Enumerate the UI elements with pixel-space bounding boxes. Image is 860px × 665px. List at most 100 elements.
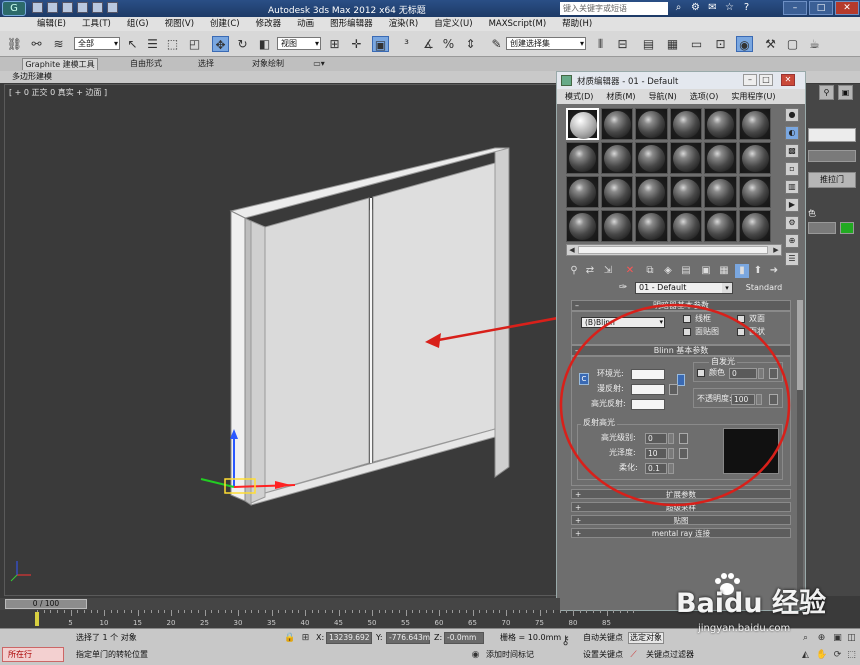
pan-view-icon[interactable]: ✋ (816, 650, 827, 661)
sliding-door-button[interactable]: 推拉门 (808, 172, 856, 188)
field-of-view-icon[interactable]: ◭ (800, 650, 811, 661)
tab-object-paint[interactable]: 对象绘制 (240, 58, 296, 70)
menu-tools[interactable]: 工具(T) (77, 17, 122, 31)
ribbon-options-icon[interactable]: ▭▾ (310, 58, 328, 70)
material-editor-icon[interactable]: ◉ (736, 36, 753, 52)
object-color-swatch[interactable] (840, 222, 854, 234)
menu-edit[interactable]: 编辑(E) (32, 17, 77, 31)
subscription-icon[interactable]: ⚙ (690, 3, 701, 14)
viewport-label[interactable]: [ + 0 正交 0 真实 + 边面 ] (9, 87, 107, 98)
x-coord-field[interactable]: 13239.692 (326, 632, 372, 644)
communication-icon[interactable]: ✉ (707, 3, 718, 14)
z-coord-field[interactable]: -0.0mm (444, 632, 484, 644)
keyboard-shortcut-icon[interactable]: ▣ (372, 36, 389, 52)
track-tick-label: 80 (568, 619, 578, 627)
menu-maxscript[interactable]: MAXScript(M) (484, 17, 558, 31)
front-viewport[interactable]: [ + 0 正交 0 真实 + 边面 ] (4, 84, 561, 596)
select-by-name-icon[interactable]: ☰ (144, 36, 161, 52)
render-production-icon[interactable]: ☕ (806, 36, 823, 52)
redo-icon[interactable] (92, 2, 103, 13)
menu-animation[interactable]: 动画 (292, 17, 325, 31)
selection-filter-dropdown[interactable]: 全部 (74, 37, 120, 50)
utilities-tab-icon[interactable]: ▣ (838, 85, 853, 100)
polygon-modeling-label[interactable]: 多边形建模 (12, 71, 52, 83)
help-icon[interactable]: ? (741, 3, 752, 14)
mirror-icon[interactable]: ⫴ (592, 36, 609, 52)
bind-space-warp-icon[interactable]: ≋ (50, 36, 67, 52)
name-field[interactable] (808, 150, 856, 162)
key-filter-icon[interactable]: ⟋ (628, 650, 639, 661)
minimize-button[interactable]: – (783, 1, 807, 15)
time-slider[interactable]: 0 / 100 (0, 598, 560, 610)
new-file-icon[interactable] (32, 2, 43, 13)
add-time-tag-label[interactable]: 添加时间标记 (486, 649, 534, 661)
graphite-toggle-icon[interactable]: ▦ (664, 36, 681, 52)
search-input[interactable]: 键入关键字或短语 (560, 2, 668, 15)
select-object-icon[interactable]: ↖ (124, 36, 141, 52)
undo-icon[interactable] (77, 2, 88, 13)
save-file-icon[interactable] (62, 2, 73, 13)
spinner-snap-icon[interactable]: ⇕ (462, 36, 479, 52)
rect-selection-icon[interactable]: ⬚ (164, 36, 181, 52)
maximize-viewport-icon[interactable]: ⬚ (846, 650, 857, 661)
menu-create[interactable]: 创建(C) (205, 17, 251, 31)
hierarchy-tab-icon[interactable]: ⚲ (819, 85, 834, 100)
time-slider-thumb[interactable]: 0 / 100 (5, 599, 87, 609)
percent-snap-icon[interactable]: % (440, 36, 457, 52)
window-crossing-icon[interactable]: ◰ (186, 36, 203, 52)
render-setup-icon[interactable]: ⚒ (762, 36, 779, 52)
key-filters-label[interactable]: 关键点过滤器 (646, 649, 694, 661)
align-icon[interactable]: ⊟ (614, 36, 631, 52)
select-move-icon[interactable]: ✥ (212, 36, 229, 52)
orbit-icon[interactable]: ⟳ (832, 650, 843, 661)
add-time-tag-icon[interactable]: ◉ (470, 650, 481, 661)
menu-graph-editors[interactable]: 图形编辑器 (325, 17, 384, 31)
maximize-button[interactable]: □ (809, 1, 833, 15)
close-button[interactable]: ✕ (835, 1, 859, 15)
select-rotate-icon[interactable]: ↻ (234, 36, 251, 52)
named-selection-dropdown[interactable]: 创建选择集 (506, 37, 586, 50)
angle-snap-icon[interactable]: ∡ (420, 36, 437, 52)
link-icon[interactable]: ⛓ (6, 36, 23, 52)
open-file-icon[interactable] (47, 2, 58, 13)
tab-graphite-modeling[interactable]: Graphite 建模工具 (22, 58, 98, 70)
track-bar[interactable]: 0510152025303540455055606570758085 (0, 610, 635, 628)
menu-customize[interactable]: 自定义(U) (429, 17, 483, 31)
object-type-dropdown[interactable] (808, 128, 856, 142)
menu-help[interactable]: 帮助(H) (557, 17, 603, 31)
menu-rendering[interactable]: 渲染(R) (384, 17, 430, 31)
absolute-mode-icon[interactable]: ⊞ (300, 633, 311, 644)
binoculars-icon[interactable]: ⌕ (673, 3, 684, 14)
menu-group[interactable]: 组(G) (122, 17, 160, 31)
track-minor-tick (512, 610, 514, 613)
tab-selection[interactable]: 选择 (186, 58, 226, 70)
selection-set-dropdown[interactable]: 选定对象 (628, 632, 664, 644)
rendered-frame-icon[interactable]: ▢ (784, 36, 801, 52)
select-manipulate-icon[interactable]: ✛ (348, 36, 365, 52)
y-coord-field[interactable]: -776.643m (386, 632, 430, 644)
object-name-field[interactable] (808, 222, 836, 234)
favorites-icon[interactable]: ☆ (724, 3, 735, 14)
maxscript-listener-badge[interactable]: 所在行 (2, 647, 64, 662)
reference-coord-dropdown[interactable]: 视图 (277, 37, 321, 50)
edit-named-sets-icon[interactable]: ✎ (488, 36, 505, 52)
pivot-center-icon[interactable]: ⊞ (326, 36, 343, 52)
track-minor-tick (412, 610, 414, 613)
app-logo-icon[interactable]: G (2, 1, 26, 16)
auto-key-label[interactable]: 自动关键点 (583, 632, 623, 644)
set-key-icon[interactable]: ⚷ (560, 634, 571, 646)
unlink-icon[interactable]: ⚯ (28, 36, 45, 52)
schematic-view-icon[interactable]: ⊡ (712, 36, 729, 52)
curve-editor-icon[interactable]: ▭ (688, 36, 705, 52)
menu-views[interactable]: 视图(V) (160, 17, 205, 31)
set-key-label[interactable]: 设置关键点 (583, 649, 623, 661)
track-tick (338, 610, 340, 616)
select-scale-icon[interactable]: ◧ (256, 36, 273, 52)
track-minor-tick (224, 610, 226, 613)
tab-freeform[interactable]: 自由形式 (118, 58, 174, 70)
menu-modifiers[interactable]: 修改器 (251, 17, 293, 31)
snap-toggle-icon[interactable]: ³ (398, 36, 415, 52)
layer-manager-icon[interactable]: ▤ (640, 36, 657, 52)
project-folder-icon[interactable] (107, 2, 118, 13)
lock-selection-icon[interactable]: 🔒 (284, 633, 295, 644)
